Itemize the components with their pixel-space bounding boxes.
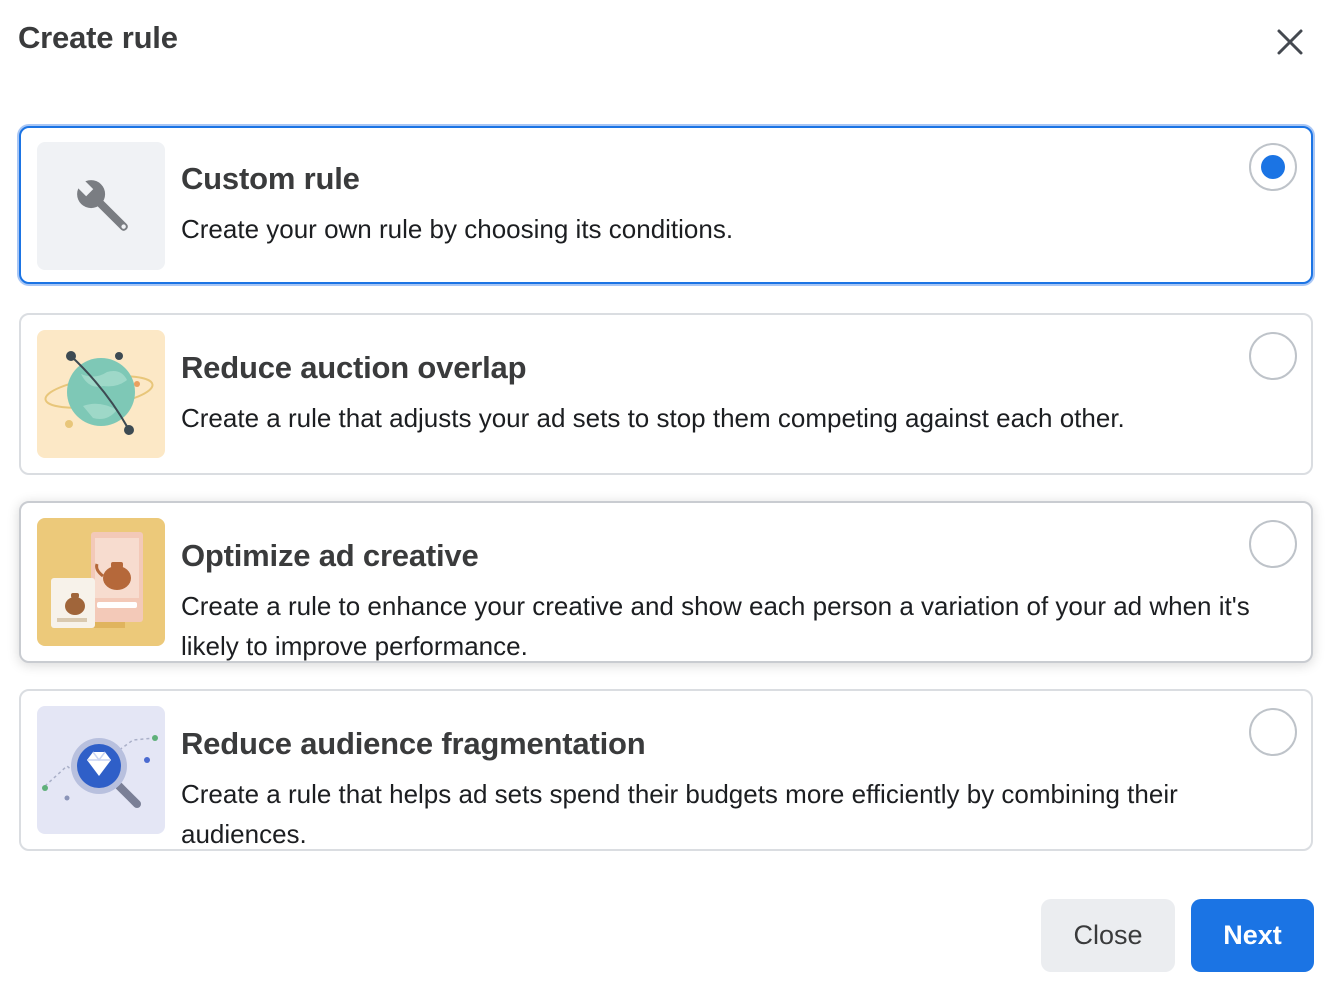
option-description: Create your own rule by choosing its con… (181, 214, 734, 244)
diamond-magnifier-illustration (37, 706, 165, 834)
option-title: Optimize ad creative (181, 538, 479, 573)
dialog-title: Create rule (18, 20, 178, 55)
option-optimize-ad-creative[interactable]: Optimize ad creative Create a rule to en… (19, 501, 1313, 663)
radio-selected-dot (1261, 155, 1285, 179)
option-description: Create a rule that helps ad sets spend t… (181, 779, 1178, 849)
close-button[interactable]: Close (1041, 899, 1175, 972)
radio-custom-rule[interactable] (1249, 143, 1297, 191)
next-button[interactable]: Next (1191, 899, 1314, 972)
option-description: Create a rule that adjusts your ad sets … (181, 403, 1125, 433)
radio-optimize-ad-creative[interactable] (1249, 520, 1297, 568)
radio-reduce-audience-fragmentation[interactable] (1249, 708, 1297, 756)
option-reduce-auction-overlap[interactable]: Reduce auction overlap Create a rule tha… (19, 313, 1313, 475)
option-title: Reduce auction overlap (181, 350, 527, 385)
create-rule-dialog: Create rule Custom rule Create your own … (0, 0, 1340, 982)
option-reduce-audience-fragmentation[interactable]: Reduce audience fragmentation Create a r… (19, 689, 1313, 851)
globe-illustration (37, 330, 165, 458)
teapot-ad-illustration (37, 518, 165, 646)
option-title: Reduce audience fragmentation (181, 726, 646, 761)
option-description: Create a rule to enhance your creative a… (181, 591, 1250, 661)
radio-reduce-auction-overlap[interactable] (1249, 332, 1297, 380)
wrench-icon (37, 142, 165, 270)
option-title: Custom rule (181, 161, 360, 196)
close-icon[interactable] (1268, 20, 1312, 64)
option-custom-rule[interactable]: Custom rule Create your own rule by choo… (19, 126, 1313, 284)
